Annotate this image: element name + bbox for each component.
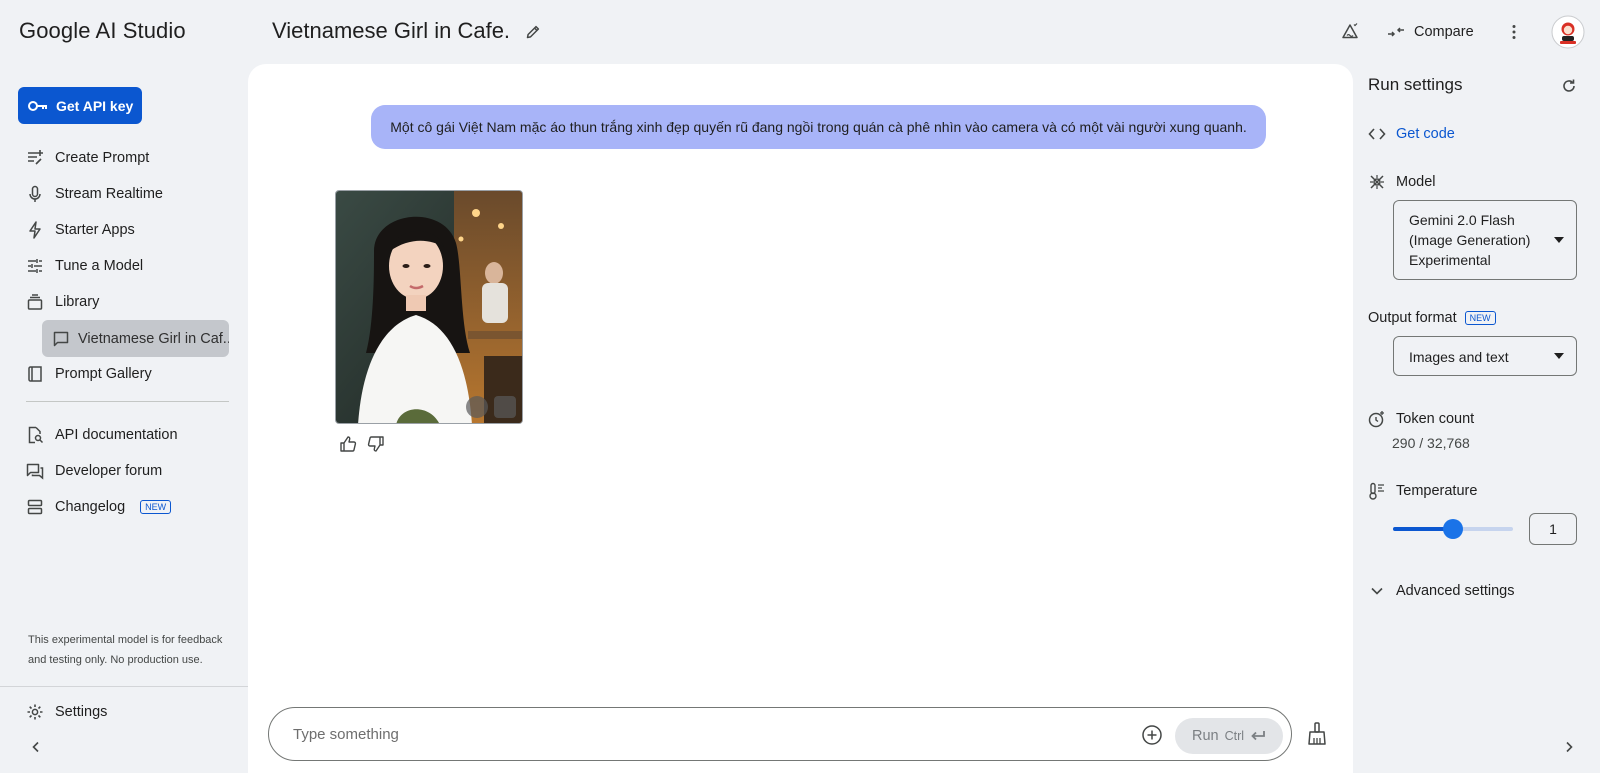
clear-chat-icon[interactable]: [1306, 722, 1328, 746]
sidebar-item-prompt-gallery[interactable]: Prompt Gallery: [26, 362, 152, 386]
edit-title-icon[interactable]: [525, 24, 541, 40]
get-api-key-label: Get API key: [56, 97, 134, 114]
new-badge: NEW: [140, 500, 172, 514]
token-count-icon: [1368, 410, 1386, 428]
sidebar-item-settings[interactable]: Settings: [26, 700, 107, 724]
library-item-vietnamese-girl[interactable]: Vietnamese Girl in Caf...: [42, 320, 229, 357]
model-select[interactable]: Gemini 2.0 Flash (Image Generation) Expe…: [1393, 200, 1577, 280]
sidebar-item-label: Changelog: [55, 499, 126, 515]
sidebar-item-changelog[interactable]: Changelog NEW: [26, 495, 172, 519]
temperature-row: Temperature: [1368, 482, 1477, 500]
app-title: Google AI Studio: [19, 18, 186, 43]
sidebar-footer-divider: [0, 686, 248, 687]
get-api-key-button[interactable]: Get API key: [18, 87, 142, 124]
advanced-settings-toggle[interactable]: Advanced settings: [1368, 582, 1515, 600]
new-badge: NEW: [1464, 311, 1496, 325]
dropdown-caret-icon: [1554, 237, 1564, 243]
add-media-icon[interactable]: [1141, 724, 1163, 746]
temperature-slider-thumb[interactable]: [1443, 519, 1463, 539]
thumbs-down-icon[interactable]: [367, 435, 385, 453]
sidebar-item-starter-apps[interactable]: Starter Apps: [26, 218, 135, 242]
gear-icon: [26, 703, 44, 721]
collapse-sidebar-icon[interactable]: [30, 741, 42, 753]
avatar[interactable]: [1551, 15, 1585, 49]
dropdown-caret-icon: [1554, 353, 1564, 359]
book-icon: [26, 365, 44, 383]
compare-button[interactable]: Compare: [1387, 20, 1474, 44]
run-button[interactable]: Run Ctrl: [1175, 718, 1283, 754]
run-settings-title: Run settings: [1368, 75, 1463, 94]
get-code-link[interactable]: Get code: [1368, 125, 1455, 143]
sidebar-item-label: Stream Realtime: [55, 186, 163, 202]
advanced-settings-label: Advanced settings: [1396, 583, 1515, 599]
more-options-icon[interactable]: [1505, 20, 1523, 44]
temperature-input[interactable]: 1: [1529, 513, 1577, 545]
library-icon: [26, 293, 44, 311]
create-prompt-icon: [26, 149, 44, 167]
user-message-text: Một cô gái Việt Nam mặc áo thun trắng xi…: [390, 119, 1247, 135]
reset-settings-icon[interactable]: [1561, 78, 1577, 94]
prompt-input-bar: Run Ctrl: [268, 707, 1292, 761]
sidebar-item-developer-forum[interactable]: Developer forum: [26, 459, 162, 483]
output-format-select[interactable]: Images and text: [1393, 336, 1577, 376]
microphone-icon: [26, 185, 44, 203]
output-format-label-row: Output format NEW: [1368, 310, 1496, 326]
sidebar-item-label: Developer forum: [55, 463, 163, 479]
changelog-icon: [26, 498, 44, 516]
token-count-label: Token count: [1396, 411, 1475, 427]
output-format-value: Images and text: [1409, 349, 1509, 365]
sidebar-item-label: Library: [55, 294, 100, 310]
token-count-row: Token count: [1368, 410, 1474, 428]
prompt-title[interactable]: Vietnamese Girl in Cafe.: [272, 18, 510, 44]
expand-panel-icon[interactable]: [1563, 741, 1575, 753]
compare-icon: [1387, 23, 1405, 41]
run-shortcut: Ctrl: [1224, 729, 1245, 743]
output-format-label: Output format: [1368, 310, 1457, 326]
experimental-disclaimer: This experimental model is for feedback …: [28, 634, 223, 666]
run-label: Run: [1191, 728, 1219, 744]
user-message-bubble: Một cô gái Việt Nam mặc áo thun trắng xi…: [371, 105, 1266, 149]
tune-icon: [26, 257, 44, 275]
chevron-down-icon: [1368, 582, 1386, 600]
thermometer-icon: [1368, 482, 1386, 500]
theme-toggle-icon[interactable]: [1340, 20, 1360, 44]
get-code-label: Get code: [1396, 126, 1455, 142]
chat-bubble-icon: [52, 330, 70, 348]
thumbs-up-icon[interactable]: [339, 435, 357, 453]
sidebar-item-create-prompt[interactable]: Create Prompt: [26, 146, 149, 170]
model-label: Model: [1396, 174, 1436, 190]
sidebar-item-tune-model[interactable]: Tune a Model: [26, 254, 143, 278]
token-count-value: 290 / 32,768: [1392, 435, 1470, 451]
sidebar-item-label: Prompt Gallery: [55, 366, 152, 382]
key-icon: [28, 100, 48, 112]
enter-key-icon: [1250, 730, 1266, 742]
sidebar-item-api-documentation[interactable]: API documentation: [26, 423, 178, 447]
code-icon: [1368, 125, 1386, 143]
sidebar-item-stream-realtime[interactable]: Stream Realtime: [26, 182, 163, 206]
model-value-line: Gemini 2.0 Flash: [1409, 212, 1515, 228]
sidebar-item-label: API documentation: [55, 427, 178, 443]
sidebar-divider: [26, 401, 229, 402]
model-value-line: Experimental: [1409, 252, 1491, 268]
sidebar-item-label: Tune a Model: [55, 258, 144, 274]
library-item-label: Vietnamese Girl in Caf...: [78, 330, 229, 347]
sidebar-item-library[interactable]: Library: [26, 290, 99, 314]
model-value-line: (Image Generation): [1409, 232, 1531, 248]
sidebar-item-label: Starter Apps: [55, 222, 135, 238]
temperature-label: Temperature: [1396, 483, 1478, 499]
sidebar-item-label: Settings: [55, 704, 108, 720]
forum-icon: [26, 462, 44, 480]
sidebar-item-label: Create Prompt: [55, 150, 150, 166]
model-label-row: Model: [1368, 173, 1436, 191]
compare-label: Compare: [1414, 24, 1474, 40]
bolt-icon: [26, 221, 44, 239]
generated-image[interactable]: [335, 190, 523, 424]
prompt-input[interactable]: [293, 725, 1113, 743]
doc-search-icon: [26, 426, 44, 444]
model-icon: [1368, 173, 1386, 191]
